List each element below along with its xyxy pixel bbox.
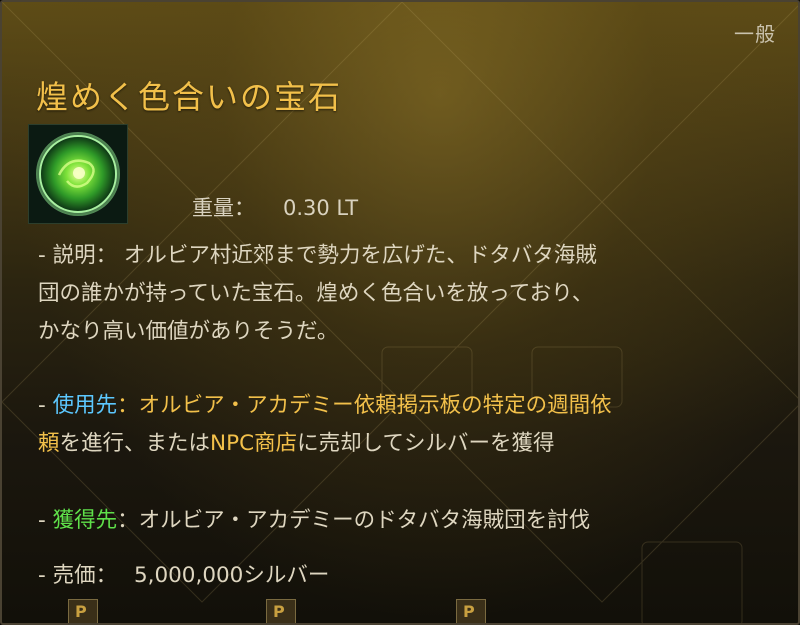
slot-letter: P bbox=[75, 602, 87, 621]
usage-line-1: - 使用先：オルビア・アカデミー依頼掲示板の特定の週間依 bbox=[38, 387, 768, 425]
obtain-label: 獲得先 bbox=[52, 508, 118, 533]
usage-dash: - bbox=[38, 393, 53, 418]
inventory-slot[interactable]: P bbox=[456, 599, 486, 623]
usage-text-highlight: オルビア・アカデミー依頼掲示板の特定の週間依 bbox=[138, 393, 612, 418]
description-line: - 説明： オルビア村近郊まで勢力を広げた、ドタバタ海賊 bbox=[38, 243, 597, 268]
obtain-dash: - bbox=[38, 508, 53, 533]
price-value: 5,000,000シルバー bbox=[133, 563, 330, 588]
usage-section: - 使用先：オルビア・アカデミー依頼掲示板の特定の週間依 頼を進行、またはNPC… bbox=[38, 387, 768, 463]
background-inventory-slots: P P P bbox=[2, 587, 798, 623]
inventory-slot[interactable]: P bbox=[266, 599, 296, 623]
item-name: 煌めく色合いの宝石 bbox=[36, 78, 343, 116]
usage-text: を進行、または bbox=[59, 431, 211, 456]
item-grade: 一般 bbox=[734, 22, 776, 46]
description-line: 団の誰かが持っていた宝石。煌めく色合いを放っており、 bbox=[38, 281, 594, 306]
item-tooltip: 一般 煌めく色合いの宝石 重量： 0.30 LT - 説明： オルビア村近郊まで… bbox=[0, 0, 800, 625]
usage-line-2: 頼を進行、またはNPC商店に売却してシルバーを獲得 bbox=[38, 425, 768, 463]
obtain-section: - 獲得先：オルビア・アカデミーのドタバタ海賊団を討伐 bbox=[38, 502, 768, 540]
usage-separator: ： bbox=[117, 393, 139, 418]
slot-letter: P bbox=[273, 602, 285, 621]
weight-label: 重量： bbox=[192, 196, 255, 220]
weight-value: 0.30 LT bbox=[283, 196, 359, 220]
inventory-slot[interactable]: P bbox=[68, 599, 98, 623]
obtain-text: ：オルビア・アカデミーのドタバタ海賊団を討伐 bbox=[117, 508, 591, 533]
item-description: - 説明： オルビア村近郊まで勢力を広げた、ドタバタ海賊 団の誰かが持っていた宝… bbox=[38, 237, 758, 351]
price-label: - 売価： bbox=[38, 563, 118, 588]
usage-npc-shop: NPC商店 bbox=[210, 431, 298, 456]
item-icon-frame bbox=[28, 124, 128, 224]
usage-text: に売却してシルバーを獲得 bbox=[297, 431, 555, 456]
glowing-green-gem-icon bbox=[36, 132, 120, 216]
slot-letter: P bbox=[463, 602, 475, 621]
usage-text-highlight: 頼 bbox=[38, 431, 60, 456]
usage-label: 使用先 bbox=[52, 393, 118, 418]
description-line: かなり高い価値がありそうだ。 bbox=[38, 319, 339, 344]
weight-row: 重量： 0.30 LT bbox=[192, 192, 358, 222]
